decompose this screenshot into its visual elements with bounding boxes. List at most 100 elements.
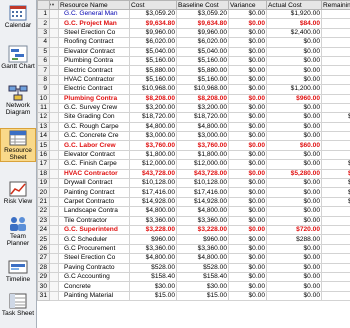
remaining-cell[interactable]: $5,040.00 [321,46,350,57]
resource-name-cell[interactable]: Painting Contract [58,187,130,198]
view-calendar[interactable]: Calendar [0,4,36,29]
table-row[interactable]: 28 Paving Contracto $528.00 $528.00 $0.00 $0.… [37,262,350,273]
baseline-cost-cell[interactable]: $5,160.00 [176,55,229,67]
actual-cost-cell[interactable]: $0.00 [266,271,322,283]
variance-cell[interactable]: $0.00 [228,234,267,245]
view-gantt-chart[interactable]: Gantt Chart [0,45,36,70]
actual-cost-cell[interactable]: $0.00 [266,112,322,123]
indicator-cell[interactable] [49,215,59,227]
baseline-cost-cell[interactable]: $3,360.00 [176,215,229,227]
table-row[interactable]: 7 Electric Contract $5,880.00 $5,880.00 $0.0… [37,65,350,76]
indicator-cell[interactable] [49,8,59,20]
baseline-cost-cell[interactable]: $3,228.00 [176,224,229,236]
resource-name-cell[interactable]: Site Grading Con [58,112,130,123]
actual-cost-cell[interactable]: $0.00 [266,121,322,133]
table-row[interactable]: 30Concrete$30.00$30.00$0.00$0.00$30.00 [37,281,350,292]
resource-name-cell[interactable]: Steel Erection Co [58,27,130,39]
view-resource-sheet[interactable]: Resource Sheet [0,128,36,162]
remaining-cell[interactable]: $15.00 [321,290,350,302]
indicator-cell[interactable] [49,290,59,302]
remaining-cell[interactable]: $1,800.00 [321,149,350,161]
resource-name-cell[interactable]: Paving Contracto [58,262,130,273]
variance-cell[interactable]: $0.00 [228,27,267,39]
indicator-cell[interactable] [49,46,59,57]
table-row[interactable]: 4 Roofing Contract $6,020.00 $6,020.00 $0.00… [37,37,350,48]
table-row[interactable]: 3 Steel Erection Co $9,960.00 $9,960.00 $0.0… [37,27,350,39]
remaining-cell[interactable]: $6,020.00 [321,37,350,48]
row-number[interactable]: 11 [37,102,50,114]
remaining-cell[interactable]: $9,768.00 [321,84,350,95]
indicator-cell[interactable] [49,159,59,170]
baseline-cost-cell[interactable]: $12,000.00 [176,159,229,170]
variance-cell[interactable]: $0.00 [228,178,267,189]
row-number[interactable]: 15 [37,140,50,151]
indicator-cell[interactable] [49,271,59,283]
cost-cell[interactable]: $43,728.00 [129,168,177,180]
cost-cell[interactable]: $14,928.00 [129,196,177,208]
baseline-cost-cell[interactable]: $3,059.20 [176,8,229,20]
variance-cell[interactable]: $0.00 [228,131,267,142]
row-number[interactable]: 24 [37,224,50,236]
actual-cost-cell[interactable]: $0.00 [266,253,322,264]
remaining-cell[interactable]: $7,248.00 [321,93,350,104]
remaining-cell[interactable]: $4,800.00 [321,121,350,133]
row-number[interactable]: 16 [37,149,50,161]
variance-cell[interactable]: $0.00 [228,55,267,67]
indicator-cell[interactable] [49,234,59,245]
indicator-cell[interactable] [49,253,59,264]
variance-cell[interactable]: $0.00 [228,262,267,273]
resource-name-cell[interactable]: G.C. Project Man [58,18,130,29]
row-number[interactable]: 5 [37,46,50,57]
column-header-actual-cost[interactable]: Actual Cost [266,0,322,10]
variance-cell[interactable]: $0.00 [228,140,267,151]
row-number[interactable]: 21 [37,196,50,208]
actual-cost-cell[interactable]: $0.00 [266,74,322,86]
view-risk-view[interactable]: Risk View [0,180,36,205]
cost-cell[interactable]: $3,360.00 [129,215,177,227]
baseline-cost-cell[interactable]: $14,928.00 [176,196,229,208]
remaining-cell[interactable]: $5,160.00 [321,55,350,67]
row-number[interactable]: 14 [37,131,50,142]
table-row[interactable]: 23 Tile Contractor $3,360.00 $3,360.00 $0.00… [37,215,350,227]
table-row[interactable]: 6 Plumbing Contra $5,160.00 $5,160.00 $0.00 $… [37,55,350,67]
row-number[interactable]: 12 [37,112,50,123]
actual-cost-cell[interactable]: $1,200.00 [266,84,322,95]
actual-cost-cell[interactable]: $0.00 [266,37,322,48]
row-number[interactable]: 3 [37,27,50,39]
column-header-resource-name[interactable]: Resource Name [58,0,130,10]
table-row[interactable]: 16 Elevator Contract $1,800.00 $1,800.00 $0.… [37,149,350,161]
variance-cell[interactable]: $0.00 [228,290,267,302]
baseline-cost-cell[interactable]: $960.00 [176,234,229,245]
indicator-cell[interactable] [49,224,59,236]
cost-cell[interactable]: $12,000.00 [129,159,177,170]
remaining-cell[interactable]: $12,000.00 [321,159,350,170]
row-number[interactable]: 30 [37,281,50,292]
variance-cell[interactable]: $0.00 [228,102,267,114]
remaining-cell[interactable]: $5,160.00 [321,74,350,86]
table-row[interactable]: 27 Steel Erection Co $4,800.00 $4,800.00 $0.… [37,253,350,264]
cost-cell[interactable]: $4,800.00 [129,206,177,217]
resource-name-cell[interactable]: G.C. Finish Carpe [58,159,130,170]
indicator-cell[interactable] [49,65,59,76]
resource-name-cell[interactable]: G.C. Concrete Cre [58,131,130,142]
indicator-cell[interactable] [49,187,59,198]
resource-name-cell[interactable]: Drywall Contract [58,178,130,189]
indicator-cell[interactable] [49,178,59,189]
resource-name-cell[interactable]: Roofing Contract [58,37,130,48]
actual-cost-cell[interactable]: $0.00 [266,243,322,255]
remaining-cell[interactable]: $4,800.00 [321,206,350,217]
baseline-cost-cell[interactable]: $10,968.00 [176,84,229,95]
baseline-cost-cell[interactable]: $30.00 [176,281,229,292]
cost-cell[interactable]: $158.40 [129,271,177,283]
table-row[interactable]: 9 Electric Contract $10,968.00 $10,968.00 $0… [37,84,350,95]
cost-cell[interactable]: $960.00 [129,234,177,245]
indicator-cell[interactable] [49,243,59,255]
indicator-cell[interactable] [49,281,59,292]
resource-name-cell[interactable]: G.C. Superintend [58,224,130,236]
variance-cell[interactable]: $0.00 [228,37,267,48]
variance-cell[interactable]: $0.00 [228,93,267,104]
remaining-cell[interactable]: $18,720.00 [321,112,350,123]
row-number[interactable]: 25 [37,234,50,245]
resource-name-cell[interactable]: Elevator Contract [58,46,130,57]
row-number[interactable]: 10 [37,93,50,104]
